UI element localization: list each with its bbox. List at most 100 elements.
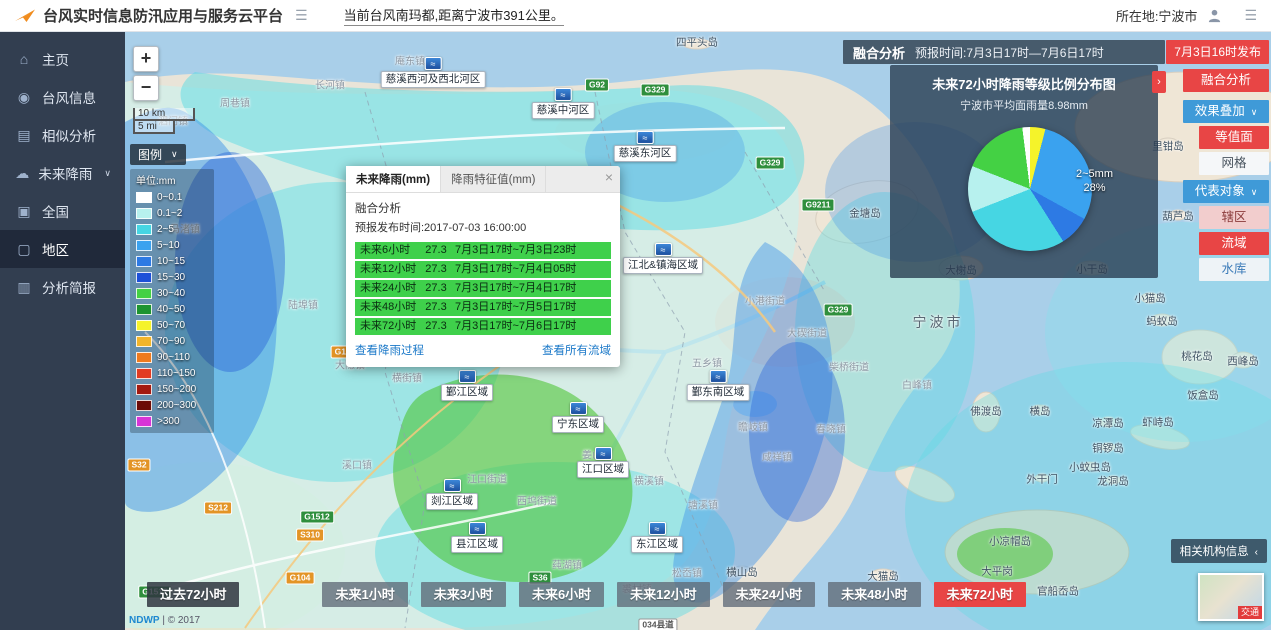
- table-row[interactable]: 未来6小时27.37月3日17时~7月3日23时: [355, 242, 611, 259]
- table-row[interactable]: 未来72小时27.37月3日17时~7月6日17时: [355, 318, 611, 335]
- sidebar-item-similar-analysis[interactable]: ▤相似分析: [0, 116, 125, 154]
- sidebar-item-national[interactable]: ▣ 全国: [0, 192, 125, 230]
- sidebar-item-typhoon-info[interactable]: ◉台风信息: [0, 78, 125, 116]
- traffic-layer-tag[interactable]: 交通: [1238, 606, 1262, 619]
- grid-button[interactable]: 网格: [1199, 152, 1269, 175]
- sidebar-item-analysis-brief[interactable]: ▥分析简报: [0, 268, 125, 306]
- close-icon[interactable]: ×: [605, 169, 613, 185]
- mini-map[interactable]: 交通: [1198, 573, 1264, 621]
- settings-hamburger-icon[interactable]: ☰: [1244, 7, 1257, 24]
- region-label[interactable]: ≈剡江区域: [426, 479, 478, 510]
- attribution-brand[interactable]: NDWP: [129, 615, 160, 626]
- legend-item: >300: [136, 413, 208, 429]
- time-button-6[interactable]: 未来48小时: [828, 582, 920, 607]
- represent-object-dropdown[interactable]: 代表对象∨: [1183, 180, 1269, 203]
- region-label[interactable]: ≈鄞东南区域: [687, 370, 750, 401]
- zoom-out-button[interactable]: −: [133, 75, 159, 101]
- legend-range-label: 0.1~2: [157, 208, 182, 219]
- legend-unit: 单位:mm: [136, 172, 208, 187]
- region-label[interactable]: ≈江北&镇海区域: [623, 243, 703, 274]
- region-map-icon: ▢: [14, 241, 34, 258]
- legend-range-label: 10~15: [157, 256, 185, 267]
- region-label[interactable]: ≈慈溪东河区: [614, 131, 677, 162]
- menu-hamburger-icon[interactable]: ☰: [295, 7, 308, 24]
- tab-rain-features[interactable]: 降雨特征值(mm): [441, 166, 546, 192]
- user-icon[interactable]: [1207, 8, 1222, 23]
- forecast-time-label: 预报时间:7月3日17时—7月6日17时: [915, 44, 1104, 61]
- table-row[interactable]: 未来24小时27.37月3日17时~7月4日17时: [355, 280, 611, 297]
- legend-color-chip: [136, 352, 152, 363]
- fusion-analysis-button[interactable]: 融合分析: [1183, 69, 1269, 92]
- legend-item: 50~70: [136, 317, 208, 333]
- value-cell: 27.3: [417, 280, 455, 297]
- region-label[interactable]: ≈江口区域: [577, 447, 629, 478]
- isoline-button[interactable]: 等值面: [1199, 126, 1269, 149]
- range-cell: 7月3日17时~7月6日17时: [455, 318, 611, 335]
- popup-links: 查看降雨过程 查看所有流域: [355, 342, 611, 358]
- region-label[interactable]: ≈慈溪西河及西北河区: [381, 57, 486, 88]
- effect-overlay-dropdown[interactable]: 效果叠加∨: [1183, 100, 1269, 123]
- time-button-0[interactable]: 过去72小时: [147, 582, 239, 607]
- sidebar-menu: ⌂主页◉台风信息▤相似分析☁未来降雨∨ ▣ 全国 ▢地区▥分析简报: [0, 40, 125, 306]
- region-label[interactable]: ≈东江区域: [631, 522, 683, 553]
- pie-chart[interactable]: [968, 127, 1092, 251]
- chevron-down-icon: ∨: [104, 168, 111, 179]
- legend-color-chip: [136, 416, 152, 427]
- legend-color-chip: [136, 304, 152, 315]
- table-row[interactable]: 未来12小时27.37月3日17时~7月4日05时: [355, 261, 611, 278]
- sidebar-item-label: 相似分析: [42, 125, 96, 145]
- time-button-5[interactable]: 未来24小时: [723, 582, 815, 607]
- popup-body: 融合分析 预报发布时间:2017-07-03 16:00:00 未来6小时27.…: [346, 193, 620, 367]
- chevron-left-icon: ‹: [1255, 547, 1258, 558]
- time-button-4[interactable]: 未来12小时: [617, 582, 709, 607]
- zoom-in-button[interactable]: +: [133, 46, 159, 72]
- related-org-info-button[interactable]: 相关机构信息‹: [1171, 539, 1267, 563]
- time-button-2[interactable]: 未来3小时: [421, 582, 506, 607]
- legend-toggle[interactable]: 图例 ∨: [130, 144, 186, 165]
- period-cell: 未来6小时: [355, 242, 417, 259]
- region-name: 鄞东南区域: [687, 384, 750, 401]
- legend-item: 0~0.1: [136, 189, 208, 205]
- publish-time-button[interactable]: 7月3日16时发布: [1166, 40, 1269, 64]
- period-cell: 未来48小时: [355, 299, 417, 316]
- region-label[interactable]: ≈慈溪中河区: [532, 88, 595, 119]
- legend-range-label: 110~150: [157, 368, 195, 379]
- region-label[interactable]: ≈鄞江区域: [441, 370, 493, 401]
- rainfall-popup: 未来降雨(mm) 降雨特征值(mm) × 融合分析 预报发布时间:2017-07…: [346, 166, 620, 367]
- legend-item: 70~90: [136, 333, 208, 349]
- region-label[interactable]: ≈宁东区域: [552, 402, 604, 433]
- time-button-bar: 过去72小时 未来1小时未来3小时未来6小时未来12小时未来24小时未来48小时未…: [147, 582, 1026, 607]
- basin-button[interactable]: 流域: [1199, 232, 1269, 255]
- map-container[interactable]: ≈慈溪西河及西北河区 ≈慈溪中河区 ≈慈溪东河区 ≈江北&镇海区域 ≈鄞江区域 ≈宁东区域…: [125, 32, 1271, 630]
- legend-item: 0.1~2: [136, 205, 208, 221]
- sidebar-item-label: 全国: [42, 201, 69, 221]
- region-label[interactable]: ≈县江区域: [451, 522, 503, 553]
- fusion-analysis-label: 融合分析: [853, 43, 905, 62]
- time-button-3[interactable]: 未来6小时: [519, 582, 604, 607]
- effect-overlay-label: 效果叠加: [1195, 104, 1245, 118]
- basin-icon: ≈: [595, 447, 612, 460]
- nation-map-icon: ▣: [14, 203, 34, 220]
- district-button[interactable]: 辖区: [1199, 206, 1269, 229]
- sidebar-item-home[interactable]: ⌂主页: [0, 40, 125, 78]
- legend-color-chip: [136, 256, 152, 267]
- legend-range-label: 0~0.1: [157, 192, 182, 203]
- view-all-basins-link[interactable]: 查看所有流域: [542, 342, 611, 358]
- sidebar-item-label: 主页: [42, 49, 69, 69]
- reservoir-button[interactable]: 水库: [1199, 258, 1269, 281]
- popup-tabs: 未来降雨(mm) 降雨特征值(mm) ×: [346, 166, 620, 193]
- time-button-7[interactable]: 未来72小时: [934, 582, 1026, 607]
- location-label[interactable]: 所在地:宁波市: [1116, 6, 1198, 25]
- legend-title: 图例: [138, 146, 162, 163]
- time-button-1[interactable]: 未来1小时: [322, 582, 407, 607]
- view-rain-process-link[interactable]: 查看降雨过程: [355, 342, 424, 358]
- sidebar-item-future-rainfall[interactable]: ☁未来降雨∨: [0, 154, 125, 192]
- legend-item: 110~150: [136, 365, 208, 381]
- scale-km: 10 km: [133, 108, 195, 121]
- panel-collapse-button[interactable]: ›: [1152, 71, 1166, 93]
- sidebar-item-region[interactable]: ▢地区: [0, 230, 125, 268]
- tab-future-rain[interactable]: 未来降雨(mm): [346, 166, 441, 192]
- chevron-down-icon: ∨: [171, 149, 178, 160]
- region-name: 江口区域: [577, 461, 629, 478]
- table-row[interactable]: 未来48小时27.37月3日17时~7月5日17时: [355, 299, 611, 316]
